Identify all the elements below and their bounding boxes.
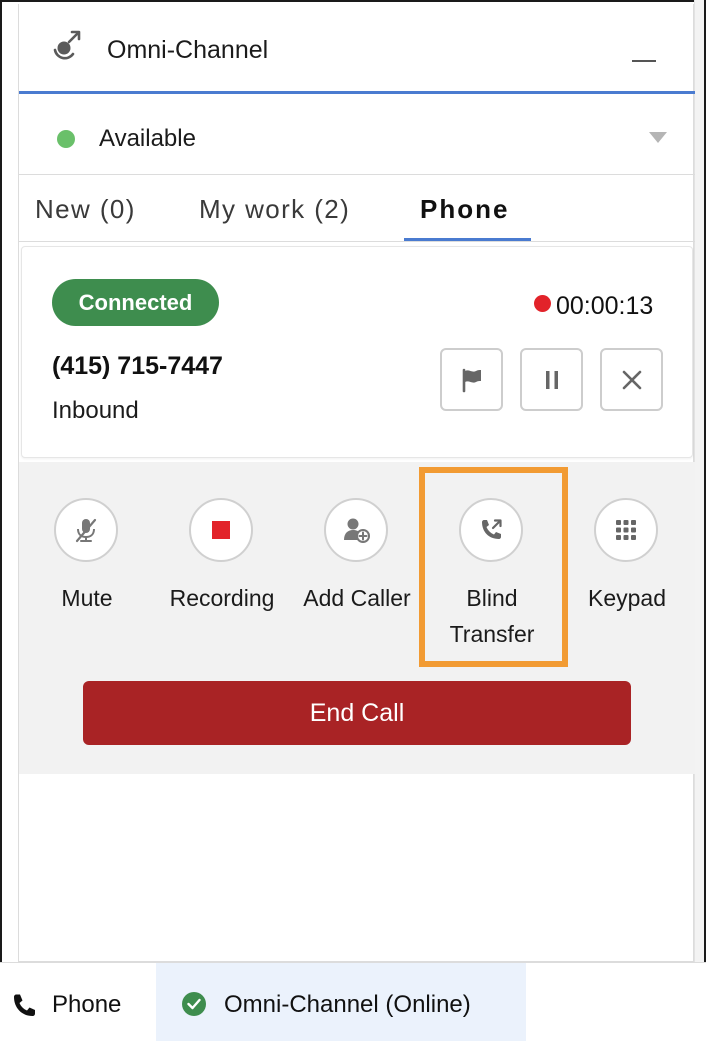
- phone-icon: [14, 994, 35, 1016]
- status-label: Available: [99, 125, 196, 152]
- utility-omni-channel[interactable]: Omni-Channel (Online): [156, 963, 526, 1041]
- flag-button[interactable]: [440, 348, 503, 411]
- hold-button[interactable]: [520, 348, 583, 411]
- omni-channel-panel: Omni-Channel Available New (0) My work (…: [18, 4, 695, 962]
- close-icon: [622, 370, 642, 390]
- stop-recording-icon: [212, 521, 230, 539]
- panel-title: Omni-Channel: [107, 36, 269, 64]
- mute-icon: [75, 518, 97, 543]
- call-card: Connected 00:00:13 (415) 715-7447 Inboun…: [21, 246, 693, 458]
- tab-my-work[interactable]: My work (2): [199, 194, 350, 225]
- utility-phone[interactable]: Phone: [2, 963, 156, 1041]
- call-direction: Inbound: [52, 397, 139, 424]
- presence-status-dropdown[interactable]: Available: [19, 97, 695, 175]
- disconnect-button[interactable]: [600, 348, 663, 411]
- minimize-button[interactable]: [629, 48, 657, 68]
- keypad-circle: [594, 498, 658, 562]
- add-caller-circle: [324, 498, 388, 562]
- status-dot-icon: [57, 130, 75, 148]
- active-tab-indicator: [404, 238, 531, 241]
- end-call-button[interactable]: End Call: [83, 681, 631, 745]
- omni-channel-icon: [51, 28, 85, 62]
- utility-bar: Phone Omni-Channel (Online): [0, 962, 706, 1042]
- utility-omni-label: Omni-Channel (Online): [224, 991, 471, 1018]
- keypad-icon: [616, 520, 636, 540]
- add-caller-label: Add Caller: [303, 585, 411, 611]
- caller-number: (415) 715-7447: [52, 352, 223, 380]
- utility-phone-label: Phone: [52, 991, 122, 1018]
- mute-label: Mute: [61, 585, 113, 611]
- chevron-down-icon: [649, 132, 667, 143]
- call-controls: Mute Recording Add Caller Blind Transfer…: [19, 462, 695, 774]
- side-scroll-strip: [694, 0, 704, 962]
- pause-icon: [546, 371, 558, 389]
- status-badge: Connected: [52, 279, 219, 326]
- recording-dot-icon: [534, 295, 551, 312]
- flag-icon: [462, 368, 481, 393]
- recording-circle: [189, 498, 253, 562]
- add-caller-icon: [344, 518, 370, 543]
- tab-new[interactable]: New (0): [35, 194, 136, 225]
- keypad-label: Keypad: [587, 585, 666, 611]
- call-timer: 00:00:13: [556, 292, 654, 320]
- online-check-icon: [182, 992, 206, 1016]
- blind-transfer-highlight: [419, 467, 568, 667]
- mute-circle: [54, 498, 118, 562]
- tab-phone[interactable]: Phone: [420, 194, 509, 225]
- panel-header: Omni-Channel: [19, 4, 695, 94]
- recording-label: Recording: [169, 585, 275, 611]
- work-tabs: New (0) My work (2) Phone: [19, 176, 695, 242]
